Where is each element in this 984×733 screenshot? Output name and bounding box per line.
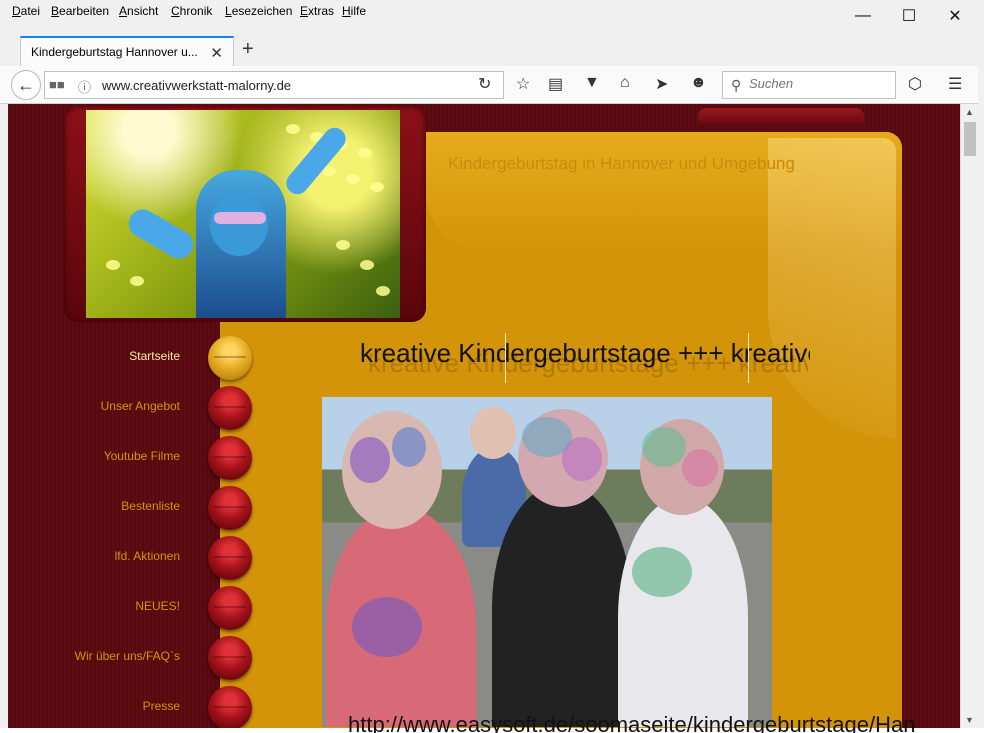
nav-lfd-aktionen[interactable]: lfd. Aktionen — [8, 534, 254, 582]
search-icon: ⚲ — [731, 77, 742, 93]
page-viewport: Kindergeburtstag in Hannover und Umgebun… — [8, 104, 960, 728]
menu-chronik[interactable]: Chronik — [171, 4, 212, 18]
hero-image — [86, 110, 400, 318]
emoji-icon[interactable]: ☻ — [690, 74, 707, 92]
nav-unser-angebot[interactable]: Unser Angebot — [8, 384, 254, 432]
tab-title: Kindergeburtstag Hannover u... — [31, 45, 198, 59]
header-decor-tab — [698, 108, 864, 124]
nav-presse[interactable]: Presse — [8, 684, 254, 728]
bookmark-star-icon[interactable]: ☆ — [516, 74, 530, 94]
nav-knob-icon — [208, 686, 252, 728]
hamburger-menu-icon[interactable]: ☰ — [948, 74, 962, 94]
nav-label: Presse — [142, 699, 180, 713]
reload-icon[interactable]: ↻ — [478, 74, 491, 94]
extension-icon[interactable]: ⬡ — [908, 74, 922, 94]
kids-party-photo — [322, 397, 772, 727]
nav-knob-icon — [208, 436, 252, 480]
nav-youtube-filme[interactable]: Youtube Filme — [8, 434, 254, 482]
marquee-ticker: kreative Kindergeburtstage +++ kreative … — [358, 338, 810, 382]
nav-neues[interactable]: NEUES! — [8, 584, 254, 632]
ticker-text: kreative Kindergeburtstage +++ kreative … — [360, 338, 810, 368]
menu-ansicht[interactable]: Ansicht — [119, 4, 158, 18]
nav-label: Startseite — [129, 349, 180, 363]
home-icon[interactable]: ⌂ — [620, 74, 630, 92]
menu-extras[interactable]: Extras — [300, 4, 334, 18]
tab-close-icon[interactable]: ✕ — [210, 44, 223, 62]
nav-knob-icon — [208, 386, 252, 430]
scroll-up-icon[interactable]: ▲ — [965, 107, 974, 117]
nav-label: Wir über uns/FAQ`s — [74, 649, 180, 663]
nav-label: Unser Angebot — [100, 399, 180, 413]
menu-datei[interactable]: Datei — [12, 4, 40, 18]
vertical-scrollbar[interactable]: ▲ ▼ — [960, 104, 978, 728]
send-icon[interactable]: ➤ — [655, 74, 668, 94]
nav-knob-icon — [208, 636, 252, 680]
nav-label: Bestenliste — [121, 499, 180, 513]
scroll-down-icon[interactable]: ▼ — [965, 715, 974, 725]
nav-label: lfd. Aktionen — [114, 549, 180, 563]
menu-bearbeiten[interactable]: Bearbeiten — [51, 4, 109, 18]
nav-startseite[interactable]: Startseite — [8, 334, 254, 382]
tab-kindergeburtstag[interactable]: Kindergeburtstag Hannover u... ✕ — [20, 36, 234, 66]
nav-knob-icon — [208, 586, 252, 630]
nav-knob-icon — [208, 536, 252, 580]
site-title: Kindergeburtstag in Hannover und Umgebun… — [448, 154, 795, 173]
menu-lesezeichen[interactable]: Lesezeichen — [225, 4, 292, 18]
ticker-divider — [748, 333, 749, 383]
background-window-url: http://www.easysoft.de/soomaseite/kinder… — [348, 712, 916, 733]
scroll-thumb[interactable] — [964, 122, 976, 156]
menu-hilfe[interactable]: Hilfe — [342, 4, 366, 18]
nav-wir-ueber-uns[interactable]: Wir über uns/FAQ`s — [8, 634, 254, 682]
url-bar[interactable]: ■■ ⓘ www.creativwerkstatt-malorny.de — [44, 71, 504, 99]
nav-label: Youtube Filme — [103, 449, 180, 463]
info-icon[interactable]: ⓘ — [78, 77, 91, 96]
navigation-toolbar: ← ■■ ⓘ www.creativwerkstatt-malorny.de ↻… — [0, 66, 978, 104]
nav-label: NEUES! — [135, 599, 180, 613]
nav-bestenliste[interactable]: Bestenliste — [8, 484, 254, 532]
nav-knob-icon — [208, 486, 252, 530]
pocket-icon[interactable]: ▼ — [584, 74, 600, 92]
back-arrow-icon[interactable]: ← — [11, 70, 41, 100]
menu-bar: Datei Bearbeiten Ansicht Chronik Lesezei… — [0, 0, 984, 22]
reader-view-icon[interactable]: ▤ — [548, 74, 563, 94]
ticker-divider — [505, 333, 506, 383]
new-tab-button[interactable]: + — [242, 38, 254, 61]
search-input[interactable] — [749, 76, 889, 91]
search-box[interactable]: ⚲ — [722, 71, 896, 99]
url-text[interactable]: www.creativwerkstatt-malorny.de — [102, 78, 291, 93]
tab-strip: Kindergeburtstag Hannover u... ✕ + — [0, 22, 984, 66]
nav-knob-icon — [208, 336, 252, 380]
library-icon[interactable]: ■■ — [49, 77, 65, 92]
